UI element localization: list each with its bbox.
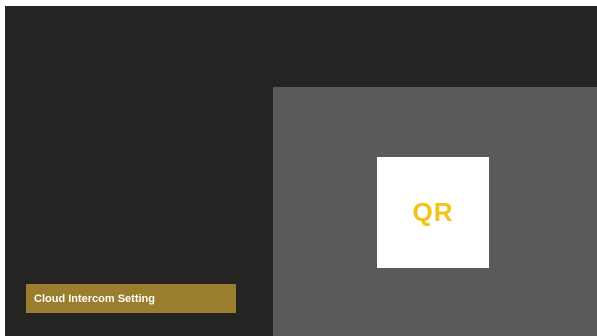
screen: QR Cloud Intercom Setting [5,6,597,336]
menu-item-cloud-intercom-setting[interactable]: Cloud Intercom Setting [26,284,236,313]
qr-code: QR [377,157,489,268]
menu-item-label: Cloud Intercom Setting [34,292,155,305]
qr-preview-panel: QR [273,87,597,336]
qr-placeholder-text: QR [412,197,454,227]
